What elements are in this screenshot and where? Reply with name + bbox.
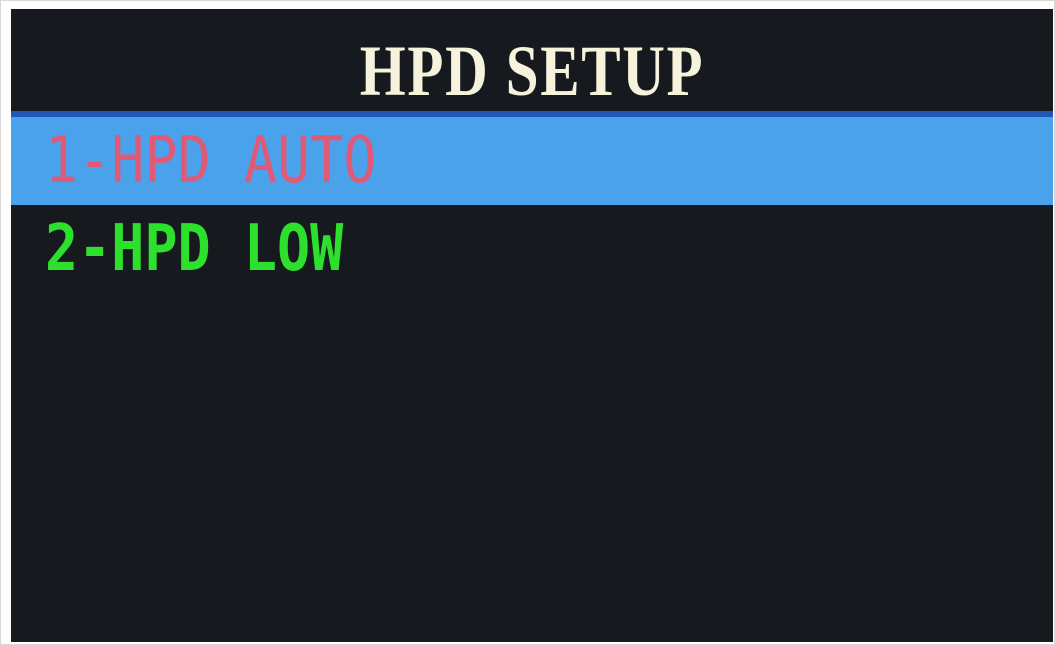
page-title: HPD SETUP <box>359 31 705 111</box>
menu-item-hpd-auto[interactable]: 1-HPD AUTO <box>11 117 1053 205</box>
device-frame: HPD SETUP 1-HPD AUTO 2-HPD LOW <box>0 0 1055 645</box>
menu-item-label: 2-HPD LOW <box>45 212 344 286</box>
menu-item-label: 1-HPD AUTO <box>45 124 377 198</box>
menu-item-hpd-low[interactable]: 2-HPD LOW <box>11 205 1053 293</box>
title-bar: HPD SETUP <box>11 9 1053 111</box>
osd-screen: HPD SETUP 1-HPD AUTO 2-HPD LOW <box>11 9 1053 642</box>
